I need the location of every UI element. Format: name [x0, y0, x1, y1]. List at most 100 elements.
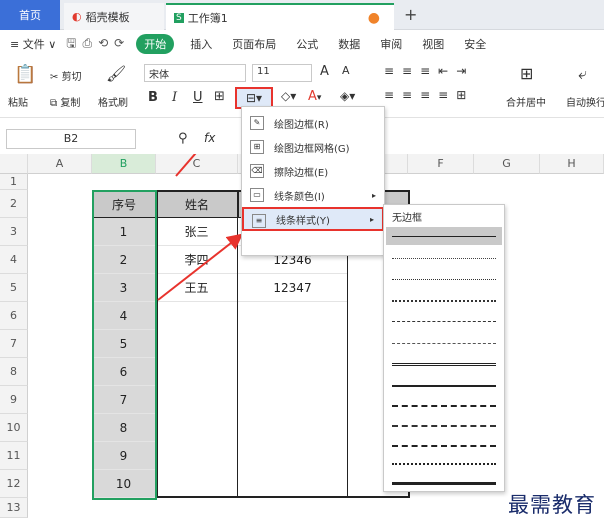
line-style-option[interactable]: [392, 363, 496, 366]
add-tab-button[interactable]: +: [404, 5, 417, 24]
merge-icon[interactable]: ⊞: [520, 64, 533, 83]
draw-grid-icon: ⊞: [250, 140, 264, 154]
table-cell[interactable]: 4: [92, 302, 156, 330]
justify-buttons[interactable]: ≡≡≡≡⊞: [384, 88, 474, 102]
row-header-6[interactable]: 6: [0, 302, 28, 330]
copy-button[interactable]: ⧉ 复制: [50, 94, 80, 109]
table-cell[interactable]: 8: [92, 414, 156, 442]
paste-button[interactable]: 粘贴: [8, 94, 28, 109]
menu-formulas[interactable]: 公式: [286, 36, 328, 52]
clear-format-button[interactable]: ◈▾: [340, 89, 355, 103]
cut-button[interactable]: ✂ 剪切: [50, 68, 82, 83]
wrap-icon[interactable]: ⤶: [578, 64, 587, 84]
line-style-option[interactable]: [392, 463, 496, 465]
table-cell[interactable]: 王五: [156, 274, 238, 302]
row-header-9[interactable]: 9: [0, 386, 28, 414]
table-cell[interactable]: 张三: [156, 218, 238, 246]
row-header-7[interactable]: 7: [0, 330, 28, 358]
menu-item-draw-border[interactable]: ✎ 绘图边框(R): [242, 111, 384, 135]
menu-data[interactable]: 数据: [328, 36, 370, 52]
row-header-5[interactable]: 5: [0, 274, 28, 302]
shrink-font-button[interactable]: A: [342, 64, 350, 77]
menu-item-draw-border-grid[interactable]: ⊞ 绘图边框网格(G): [242, 135, 384, 159]
line-style-option[interactable]: [392, 425, 496, 427]
menu-page-layout[interactable]: 页面布局: [222, 36, 286, 52]
column-header-c[interactable]: C: [156, 154, 238, 174]
font-size-select[interactable]: 11: [252, 64, 312, 82]
line-style-option[interactable]: [392, 482, 496, 485]
submenu-arrow-icon: ▸: [371, 190, 376, 200]
column-header-f[interactable]: F: [408, 154, 474, 174]
row-header-1[interactable]: 1: [0, 174, 28, 190]
table-cell[interactable]: 10: [92, 470, 156, 498]
row-header-8[interactable]: 8: [0, 358, 28, 386]
row-header-10[interactable]: 10: [0, 414, 28, 442]
row-header-3[interactable]: 3: [0, 218, 28, 246]
italic-button[interactable]: I: [172, 90, 177, 105]
menu-item-label: 线条颜色(I): [274, 191, 325, 203]
menu-insert[interactable]: 插入: [180, 36, 222, 52]
bold-button[interactable]: B: [148, 90, 158, 105]
font-family-select[interactable]: 宋体: [144, 64, 246, 82]
table-cell[interactable]: 2: [92, 246, 156, 274]
fill-color-button[interactable]: ◇▾: [281, 89, 296, 103]
tab-docer[interactable]: ◐ 稻壳模板: [64, 3, 164, 30]
table-cell[interactable]: 6: [92, 358, 156, 386]
file-menu[interactable]: ≡ 文件 ∨: [0, 36, 66, 52]
merge-center-button[interactable]: 合并居中: [506, 94, 546, 109]
header-cell-index[interactable]: 序号: [92, 190, 156, 218]
line-style-option[interactable]: [392, 300, 496, 302]
format-painter-icon[interactable]: 🖌: [106, 64, 126, 83]
line-style-option[interactable]: [392, 343, 496, 344]
row-header-4[interactable]: 4: [0, 246, 28, 274]
menu-view[interactable]: 视图: [412, 36, 454, 52]
tab-start[interactable]: 开始: [136, 34, 175, 54]
row-header-2[interactable]: 2: [0, 190, 28, 218]
font-color-button[interactable]: A▾: [308, 89, 321, 104]
align-buttons[interactable]: ≡≡≡⇤⇥: [384, 64, 474, 78]
format-painter-button[interactable]: 格式刷: [98, 94, 128, 109]
cut-label: 剪切: [61, 72, 82, 83]
auto-wrap-button[interactable]: 自动换行: [566, 94, 604, 109]
menu-item-line-style[interactable]: ≡ 线条样式(Y) ▸: [242, 207, 384, 231]
column-header-g[interactable]: G: [474, 154, 540, 174]
cell-border-icon[interactable]: ⊞: [214, 89, 225, 104]
underline-button[interactable]: U: [193, 90, 203, 105]
no-border-option[interactable]: 无边框: [392, 209, 422, 224]
line-style-option[interactable]: [392, 236, 496, 237]
column-header-a[interactable]: A: [28, 154, 92, 174]
tab-document[interactable]: S 工作簿1 ●: [166, 3, 394, 30]
select-all-corner[interactable]: [0, 154, 28, 174]
copy-icon: ⧉: [50, 98, 61, 109]
column-header-h[interactable]: H: [540, 154, 604, 174]
menu-item-erase-border[interactable]: ⌫ 擦除边框(E): [242, 159, 384, 183]
header-cell-name[interactable]: 姓名: [156, 190, 238, 218]
tab-home[interactable]: 首页: [0, 0, 60, 30]
grow-font-button[interactable]: A: [320, 64, 329, 79]
quick-access-icons[interactable]: 🖫⎙⟲⟳: [66, 34, 130, 55]
table-cell[interactable]: 3: [92, 274, 156, 302]
row-header-13[interactable]: 13: [0, 498, 28, 518]
table-cell[interactable]: 7: [92, 386, 156, 414]
line-style-option[interactable]: [392, 321, 496, 322]
table-cell[interactable]: 9: [92, 442, 156, 470]
table-cell[interactable]: 李四: [156, 246, 238, 274]
menu-security[interactable]: 安全: [454, 36, 496, 52]
line-style-option[interactable]: [392, 405, 496, 407]
paste-icon[interactable]: 📋: [14, 64, 36, 85]
table-cell[interactable]: 5: [92, 330, 156, 358]
menu-review[interactable]: 审阅: [370, 36, 412, 52]
name-box[interactable]: B2: [6, 129, 136, 149]
menu-item-line-color[interactable]: ▭ 线条颜色(I) ▸: [242, 183, 384, 207]
row-header-12[interactable]: 12: [0, 470, 28, 498]
zoom-icon[interactable]: ⚲: [178, 131, 188, 146]
line-style-option[interactable]: [392, 258, 496, 259]
function-icon[interactable]: fx: [204, 131, 215, 145]
table-cell[interactable]: 12347: [238, 274, 348, 302]
row-header-11[interactable]: 11: [0, 442, 28, 470]
line-style-option[interactable]: [392, 385, 496, 387]
line-style-option[interactable]: [392, 445, 496, 447]
line-style-option[interactable]: [392, 279, 496, 280]
column-header-b[interactable]: B: [92, 154, 156, 174]
table-cell[interactable]: 1: [92, 218, 156, 246]
